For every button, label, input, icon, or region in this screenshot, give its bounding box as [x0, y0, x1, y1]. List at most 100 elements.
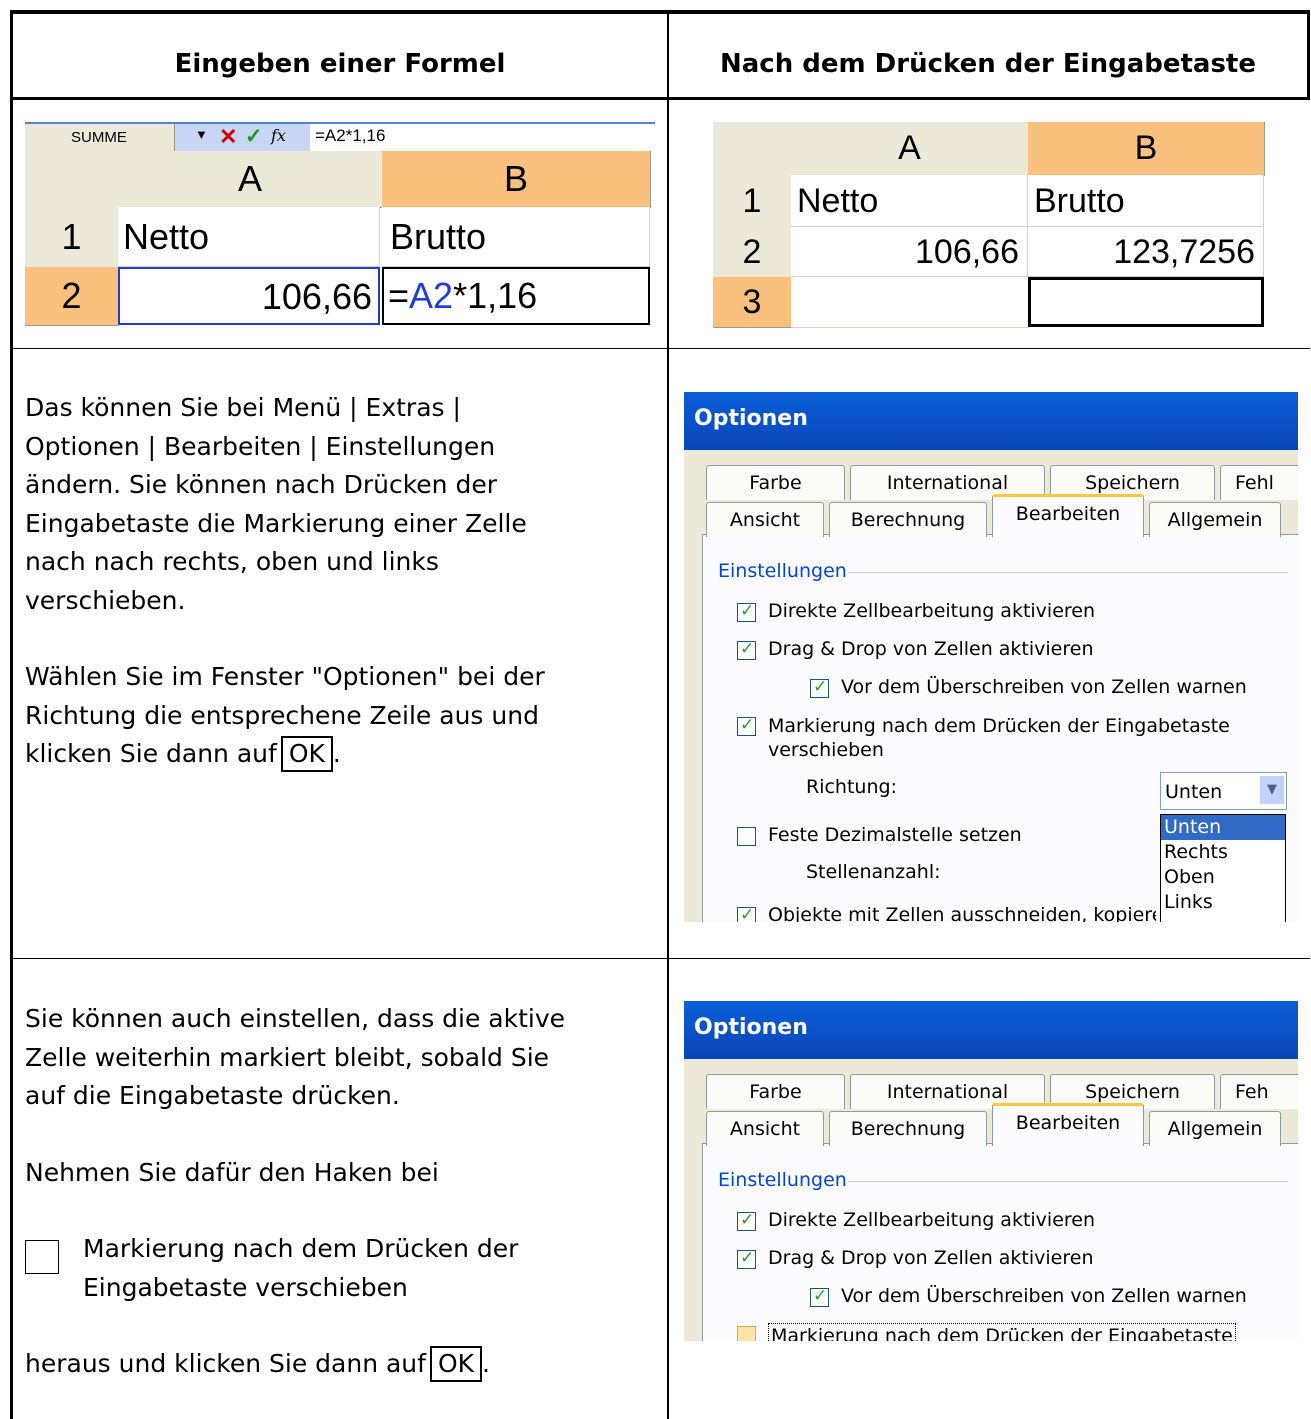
name-box[interactable]: SUMME: [25, 124, 175, 151]
header-right-title: Nach dem Drücken der Eingabetaste: [720, 49, 1256, 79]
checkbox-markierung-verschieben[interactable]: ✓: [737, 715, 756, 736]
checkbox-objekte[interactable]: ✓: [737, 905, 756, 922]
label-ueberschreiben: Vor dem Überschreiben von Zellen warnen: [841, 676, 1247, 698]
checkmark-icon: ✓: [740, 905, 755, 922]
table-border-left: [10, 10, 13, 1419]
cancel-icon[interactable]: ✕: [219, 124, 237, 150]
tab-ansicht[interactable]: Ansicht: [706, 1111, 824, 1146]
tab-bearbeiten[interactable]: Bearbeiten: [992, 494, 1144, 537]
text-line: Nehmen Sie dafür den Haken bei: [25, 1157, 439, 1187]
row-header-3[interactable]: 3: [713, 277, 792, 328]
tab-berechnung[interactable]: Berechnung: [829, 502, 987, 537]
checkmark-icon: ✓: [740, 1210, 755, 1230]
text-line: Eingabetaste verschieben: [83, 1272, 408, 1302]
instructions-options: Das können Sie bei Menü | Extras | Optio…: [25, 389, 655, 774]
row-header-2[interactable]: 2: [25, 267, 119, 326]
group-divider: [848, 572, 1288, 573]
group-einstellungen: Einstellungen: [718, 560, 847, 582]
corner-cell[interactable]: [25, 151, 119, 208]
checkbox-ueberschreiben[interactable]: ✓: [810, 677, 829, 698]
header-cell-left: Eingeben einer Formel: [13, 14, 667, 97]
cell-a1[interactable]: Netto: [791, 175, 1028, 227]
text-line: Wählen Sie im Fenster "Optionen" bei der: [25, 662, 545, 691]
dropdown-option-rechts[interactable]: Rechts: [1161, 840, 1285, 865]
tab-berechnung[interactable]: Berechnung: [829, 1111, 987, 1146]
checkbox-zellbearbeitung[interactable]: ✓: [737, 601, 756, 622]
tab-bearbeiten[interactable]: Bearbeiten: [992, 1103, 1144, 1146]
chevron-down-icon[interactable]: ▼: [1260, 776, 1284, 804]
tab-farbe[interactable]: Farbe: [706, 465, 845, 500]
function-icon[interactable]: fx: [271, 126, 286, 145]
dropdown-option-oben[interactable]: Oben: [1161, 865, 1285, 890]
richtung-select[interactable]: Unten ▼: [1160, 772, 1287, 810]
formula-equals: =: [388, 275, 410, 316]
excel-sheet-editing: SUMME ▼ ✕ ✓ fx =A2*1,16 A B 1 2 Netto Br…: [25, 122, 655, 328]
select-value: Unten: [1165, 781, 1223, 803]
formula-buttons: ▼ ✕ ✓ fx: [175, 124, 310, 151]
cell-b1[interactable]: Brutto: [382, 207, 650, 267]
text-line: Markierung nach dem Drücken der: [83, 1234, 519, 1263]
checkmark-icon: ✓: [740, 1248, 755, 1268]
text-line: Eingabetaste die Markierung einer Zelle: [25, 508, 527, 538]
cell-a3[interactable]: [791, 277, 1029, 328]
cell-b3-active[interactable]: [1028, 277, 1264, 327]
text-line: heraus und klicken Sie dann auf OK.: [25, 1345, 655, 1384]
enter-icon[interactable]: ✓: [245, 124, 263, 149]
label-dezimalstelle: Feste Dezimalstelle setzen: [768, 824, 1022, 846]
ok-key-label: OK: [280, 736, 333, 772]
tab-ansicht[interactable]: Ansicht: [706, 502, 824, 537]
row-header-1[interactable]: 1: [25, 207, 119, 268]
tab-allgemein[interactable]: Allgemein: [1149, 1111, 1281, 1146]
cell-b1[interactable]: Brutto: [1028, 175, 1264, 227]
checkbox-dezimalstelle[interactable]: [737, 827, 756, 846]
table-row-line-1: [10, 348, 1310, 349]
dialog-titlebar[interactable]: Optionen: [684, 1001, 1298, 1059]
dropdown-arrow-icon[interactable]: ▼: [195, 127, 208, 142]
cell-a2[interactable]: 106,66: [791, 227, 1028, 277]
label-stellenanzahl: Stellenanzahl:: [806, 861, 941, 883]
checkbox-zellbearbeitung[interactable]: ✓: [737, 1210, 756, 1231]
tab-allgemein[interactable]: Allgemein: [1149, 502, 1281, 537]
checkbox-drag-drop[interactable]: ✓: [737, 639, 756, 660]
dialog-titlebar[interactable]: Optionen: [684, 392, 1298, 450]
column-header-b[interactable]: B: [1028, 122, 1265, 176]
table-row-line-2: [10, 958, 1310, 959]
checkmark-icon: ✓: [740, 639, 755, 659]
text-span: heraus und klicken Sie dann auf: [25, 1349, 426, 1378]
header-cell-right: Nach dem Drücken der Eingabetaste: [669, 14, 1307, 97]
column-header-a[interactable]: A: [118, 151, 383, 208]
checkbox-drag-drop[interactable]: ✓: [737, 1248, 756, 1269]
text-span: klicken Sie dann auf: [25, 739, 277, 768]
row-header-1[interactable]: 1: [713, 175, 792, 228]
label-ueberschreiben: Vor dem Überschreiben von Zellen warnen: [841, 1285, 1247, 1307]
formula-rest: *1,16: [453, 275, 538, 316]
formula-bar: SUMME ▼ ✕ ✓ fx =A2*1,16: [25, 122, 655, 153]
dialog-title: Optionen: [694, 406, 808, 431]
dropdown-option-links[interactable]: Links: [1161, 890, 1285, 915]
period: .: [332, 739, 341, 768]
cell-b2-active-editing[interactable]: =A2*1,16: [382, 267, 650, 325]
tab-farbe[interactable]: Farbe: [706, 1074, 845, 1109]
cell-b2[interactable]: 123,7256: [1028, 227, 1264, 277]
column-header-a[interactable]: A: [791, 122, 1029, 176]
column-header-b[interactable]: B: [382, 151, 651, 208]
corner-cell[interactable]: [713, 122, 792, 176]
cell-a2-referenced[interactable]: 106,66: [118, 267, 380, 325]
cell-a1[interactable]: Netto: [118, 207, 380, 267]
tab-fehler[interactable]: Fehl: [1220, 465, 1298, 500]
text-line: verschieben.: [25, 585, 186, 615]
row-header-2[interactable]: 2: [713, 227, 792, 278]
label-line: Markierung nach dem Drücken der Eingabet…: [771, 1325, 1233, 1341]
checkmark-icon: ✓: [813, 677, 828, 697]
header-left-title: Eingeben einer Formel: [174, 49, 506, 79]
text-line: Sie können auch einstellen, dass die akt…: [25, 1004, 566, 1033]
dropdown-option-unten[interactable]: Unten: [1161, 815, 1285, 840]
checkbox-markierung-verschieben-unchecked[interactable]: [737, 1326, 756, 1341]
table-border-right: [1307, 10, 1310, 100]
checkbox-example-label: Markierung nach dem Drücken der Eingabet…: [83, 1230, 518, 1307]
formula-input[interactable]: =A2*1,16: [315, 126, 385, 146]
checkbox-ueberschreiben[interactable]: ✓: [810, 1286, 829, 1307]
label-zellbearbeitung: Direkte Zellbearbeitung aktivieren: [768, 600, 1096, 622]
tab-fehler[interactable]: Feh: [1220, 1074, 1298, 1109]
text-line: klicken Sie dann auf OK.: [25, 735, 655, 774]
